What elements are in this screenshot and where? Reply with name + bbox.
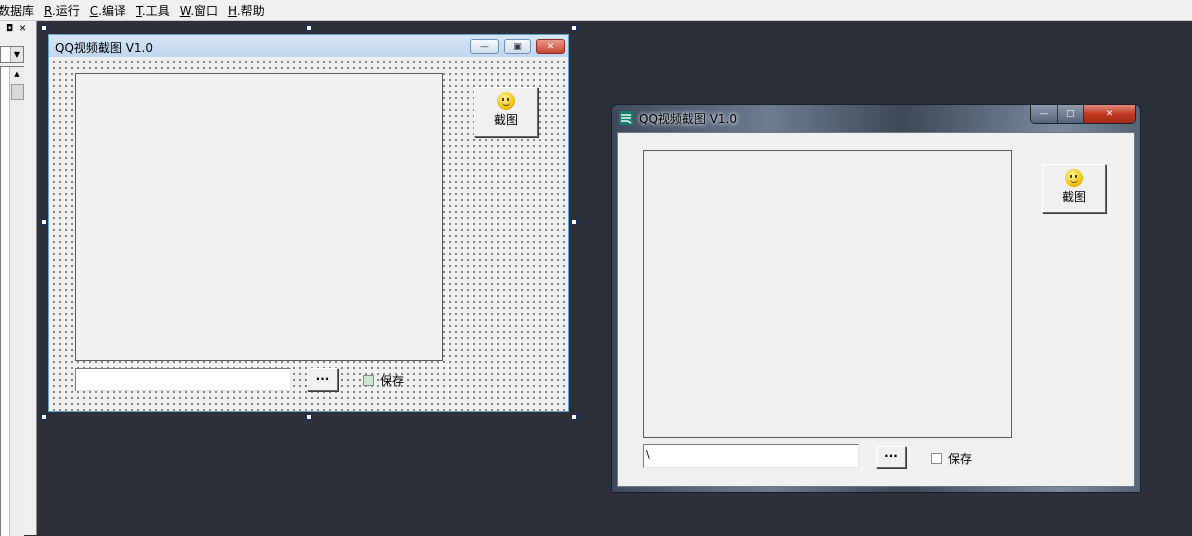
panel-list[interactable]: ▲: [0, 66, 24, 536]
menubar: 数据库 R.运行 C.编译 T.工具 W.窗口 H.帮助: [0, 0, 1192, 21]
designer-capture-label: 截图: [493, 113, 518, 127]
menu-tools-label: .工具: [141, 3, 170, 18]
panel-close-button[interactable]: ✕: [17, 24, 28, 35]
resize-handle-nw[interactable]: [41, 25, 47, 31]
preview-save-checkbox-box[interactable]: [931, 453, 942, 464]
preview-maximize-button[interactable]: □: [1057, 105, 1084, 123]
designer-capture-button[interactable]: 截图: [474, 87, 538, 137]
preview-browse-button[interactable]: ···: [876, 446, 906, 468]
panel-scrollbar[interactable]: ▲: [9, 67, 24, 536]
scroll-up-icon[interactable]: ▲: [10, 67, 24, 81]
menu-database[interactable]: 数据库: [0, 2, 39, 19]
app-logo-icon: [619, 111, 633, 125]
smiley-icon: [1065, 169, 1083, 187]
menu-window-label: .窗口: [190, 3, 219, 18]
menu-run-label: .运行: [51, 3, 80, 18]
panel-combo[interactable]: ▼: [0, 46, 24, 63]
menu-help[interactable]: H.帮助: [223, 2, 270, 19]
left-dock-panel: ◘ ✕ ▼ ▲: [0, 21, 37, 536]
preview-title: QQ视频截图 V1.0: [639, 112, 737, 126]
designer-save-label: 保存: [380, 374, 405, 388]
menu-database-label: 数据库: [0, 3, 35, 18]
preview-client-area: 截图 \ ··· 保存: [617, 132, 1135, 487]
menu-help-label: .帮助: [236, 3, 265, 18]
menu-window[interactable]: W.窗口: [175, 2, 223, 19]
designer-grid-surface[interactable]: 截图 ··· 保存: [49, 57, 568, 411]
panel-restore-button[interactable]: ◘: [4, 24, 15, 35]
designer-title: QQ视频截图 V1.0: [55, 41, 153, 55]
designer-minimize-button[interactable]: —: [470, 39, 499, 54]
designer-image-frame[interactable]: [75, 73, 443, 361]
designer-save-checkbox-box[interactable]: [363, 375, 374, 386]
menu-tools[interactable]: T.工具: [131, 2, 175, 19]
resize-handle-e[interactable]: [571, 219, 577, 225]
menu-run-key: R: [44, 3, 52, 18]
resize-handle-n[interactable]: [306, 25, 312, 31]
menu-run[interactable]: R.运行: [39, 2, 85, 19]
designer-close-button[interactable]: ✕: [536, 39, 565, 54]
menu-window-key: W: [179, 3, 191, 18]
resize-handle-sw[interactable]: [41, 414, 47, 420]
menu-compile[interactable]: C.编译: [85, 2, 131, 19]
designer-title-bar[interactable]: QQ视频截图 V1.0 — ▣ ✕: [49, 35, 568, 57]
preview-minimize-button[interactable]: —: [1031, 105, 1058, 123]
smiley-icon: [497, 92, 515, 110]
scroll-thumb[interactable]: [11, 84, 24, 100]
designer-maximize-button[interactable]: ▣: [504, 39, 531, 54]
resize-handle-se[interactable]: [571, 414, 577, 420]
chevron-down-icon[interactable]: ▼: [10, 47, 23, 62]
designer-save-checkbox[interactable]: 保存: [363, 372, 404, 389]
designer-path-input[interactable]: [75, 368, 291, 391]
resize-handle-w[interactable]: [41, 219, 47, 225]
designer-form[interactable]: QQ视频截图 V1.0 — ▣ ✕ 截图 ··· 保存: [48, 34, 569, 412]
preview-window[interactable]: QQ视频截图 V1.0 — □ ✕ 截图 \ ··· 保存: [611, 104, 1141, 493]
resize-handle-s[interactable]: [306, 414, 312, 420]
menu-help-key: H: [228, 3, 237, 18]
preview-save-checkbox[interactable]: 保存: [931, 450, 972, 467]
menu-compile-label: .编译: [98, 3, 126, 18]
resize-handle-ne[interactable]: [571, 25, 577, 31]
preview-capture-button[interactable]: 截图: [1042, 164, 1106, 213]
menu-compile-key: C: [89, 3, 99, 18]
preview-save-label: 保存: [948, 452, 973, 466]
preview-close-button[interactable]: ✕: [1084, 105, 1135, 123]
preview-capture-label: 截图: [1061, 190, 1086, 204]
designer-browse-button[interactable]: ···: [307, 368, 338, 391]
preview-path-input[interactable]: \: [643, 444, 859, 468]
preview-caption-buttons: — □ ✕: [1030, 105, 1136, 124]
preview-image-frame[interactable]: [643, 150, 1012, 438]
